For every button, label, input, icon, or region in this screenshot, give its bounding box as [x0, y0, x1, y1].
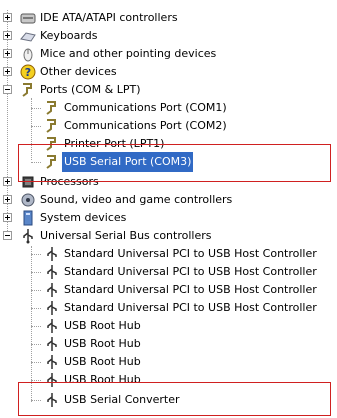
device-tree: IDE ATA/ATAPI controllers Keyboards Mice…	[0, 0, 337, 418]
tree-line	[31, 344, 41, 345]
tree-item-label: USB Root Hub	[64, 337, 141, 350]
keyboard-icon	[20, 32, 36, 42]
tree-item-label: Standard Universal PCI to USB Host Contr…	[64, 247, 317, 260]
usb-icon	[47, 283, 57, 297]
usb-icon	[47, 247, 57, 261]
tree-line	[31, 254, 41, 255]
tree-item-label: Sound, video and game controllers	[40, 193, 233, 206]
usb-icon	[47, 337, 57, 351]
tree-line	[31, 126, 41, 127]
tree-line	[31, 290, 41, 291]
port-icon	[46, 119, 56, 133]
ide-controller-icon	[20, 13, 36, 24]
collapse-icon[interactable]	[3, 231, 12, 240]
tree-line	[31, 108, 41, 109]
port-icon	[46, 101, 56, 115]
collapse-icon[interactable]	[3, 85, 12, 94]
tree-line	[31, 362, 41, 363]
tree-item-label: Communications Port (COM1)	[64, 101, 227, 114]
usb-icon	[47, 355, 57, 369]
tree-line	[31, 326, 41, 327]
expand-icon[interactable]	[3, 67, 12, 76]
highlight-box-usb-serial-converter	[18, 382, 331, 416]
tree-item-label: IDE ATA/ATAPI controllers	[40, 11, 178, 24]
expand-icon[interactable]	[3, 31, 12, 40]
mouse-icon	[23, 48, 33, 62]
tree-item-label: USB Root Hub	[64, 319, 141, 332]
expand-icon[interactable]	[3, 177, 12, 186]
expand-icon[interactable]	[3, 213, 12, 222]
port-icon	[22, 83, 32, 97]
tree-item-label: Standard Universal PCI to USB Host Contr…	[64, 265, 317, 278]
tree-item-label: Ports (COM & LPT)	[40, 83, 141, 96]
tree-item-label: Communications Port (COM2)	[64, 119, 227, 132]
tree-item-label: System devices	[40, 211, 127, 224]
tree-line	[31, 246, 32, 402]
unknown-device-icon: ?	[20, 64, 36, 80]
tree-item-label: Standard Universal PCI to USB Host Contr…	[64, 301, 317, 314]
tree-item-label: USB Root Hub	[64, 355, 141, 368]
tree-line	[31, 380, 41, 381]
expand-icon[interactable]	[3, 195, 12, 204]
tree-line	[31, 272, 41, 273]
tree-item-label: Standard Universal PCI to USB Host Contr…	[64, 283, 317, 296]
tree-item-label: Universal Serial Bus controllers	[40, 229, 212, 242]
highlight-box-usb-serial-port	[18, 144, 331, 182]
usb-icon	[23, 229, 33, 244]
svg-text:?: ?	[25, 66, 31, 79]
expand-icon[interactable]	[3, 13, 12, 22]
tree-line	[31, 308, 41, 309]
tree-item-label: Mice and other pointing devices	[40, 47, 217, 60]
tree-item-label: Other devices	[40, 65, 117, 78]
expand-icon[interactable]	[3, 49, 12, 58]
usb-icon	[47, 301, 57, 315]
system-device-icon	[23, 210, 33, 226]
sound-icon	[21, 193, 35, 207]
usb-icon	[47, 265, 57, 279]
tree-item-label: Keyboards	[40, 29, 98, 42]
usb-icon	[47, 319, 57, 333]
